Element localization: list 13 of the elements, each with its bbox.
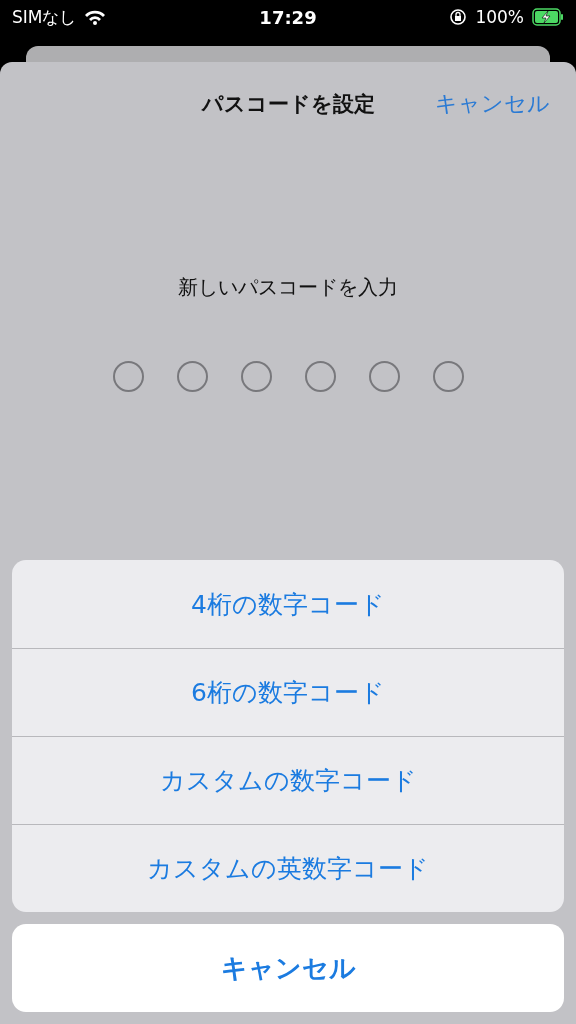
status-time: 17:29	[259, 6, 317, 28]
passcode-option[interactable]: 6桁の数字コード	[12, 648, 564, 736]
carrier-label: SIMなし	[12, 5, 77, 29]
wifi-icon	[84, 9, 107, 25]
passcode-option[interactable]: カスタムの英数字コード	[12, 824, 564, 912]
sheet-title: パスコードを設定	[201, 91, 375, 118]
passcode-option[interactable]: 4桁の数字コード	[12, 560, 564, 648]
cancel-link[interactable]: キャンセル	[435, 89, 550, 119]
battery-percent: 100%	[475, 7, 524, 27]
passcode-prompt: 新しいパスコードを入力	[178, 274, 398, 301]
passcode-option[interactable]: カスタムの数字コード	[12, 736, 564, 824]
orientation-lock-icon	[449, 8, 468, 26]
cancel-button[interactable]: キャンセル	[12, 924, 564, 1012]
